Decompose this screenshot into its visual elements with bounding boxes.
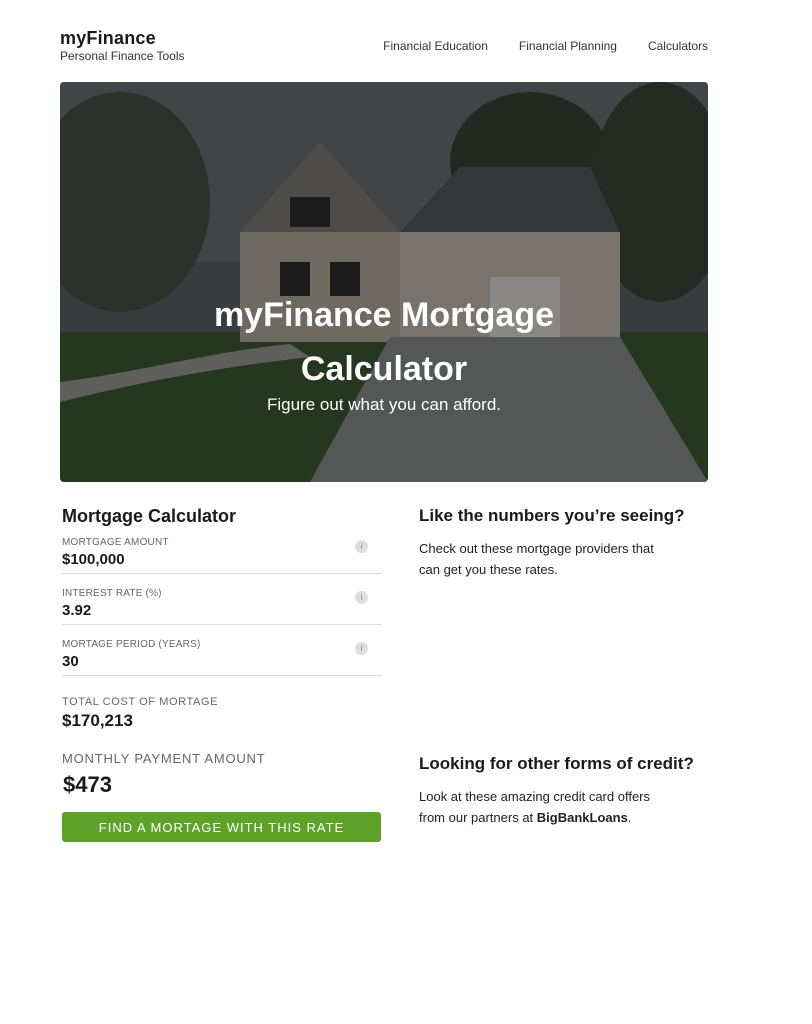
mortgage-amount-input[interactable]: $100,000 bbox=[62, 551, 382, 568]
hero-title: myFinance Mortgage Calculator bbox=[60, 288, 708, 396]
hero-title-text: myFinance Mortgage Calculator bbox=[213, 296, 555, 388]
find-mortgage-button[interactable]: Find a Mortage With This Rate bbox=[62, 812, 381, 842]
mortgage-period-label: Mortage Period (Years) bbox=[62, 639, 201, 650]
mortgage-amount-field[interactable]: Mortgage Amount $100,000 i bbox=[62, 537, 382, 574]
hero-overlay bbox=[60, 82, 708, 482]
info-icon[interactable]: i bbox=[355, 591, 368, 604]
credit-text-suffix: . bbox=[627, 810, 632, 825]
mortgage-period-field[interactable]: Mortage Period (Years) 30 i bbox=[62, 639, 382, 676]
providers-section: Like the numbers you’re seeing? Check ou… bbox=[419, 506, 719, 580]
interest-rate-label: Interest Rate (%) bbox=[62, 588, 162, 599]
mortgage-amount-label: Mortgage Amount bbox=[62, 537, 169, 548]
nav-financial-education[interactable]: Financial Education bbox=[383, 39, 488, 53]
mortgage-period-input[interactable]: 30 bbox=[62, 653, 382, 670]
monthly-payment-value: $473 bbox=[63, 772, 112, 797]
credit-heading: Looking for other forms of credit? bbox=[419, 754, 694, 773]
hero-banner: myFinance Mortgage Calculator Figure out… bbox=[60, 82, 708, 482]
interest-rate-input[interactable]: 3.92 bbox=[62, 602, 382, 619]
top-nav: Financial Education Financial Planning C… bbox=[383, 39, 708, 53]
info-icon[interactable]: i bbox=[355, 540, 368, 553]
credit-text: Look at these amazing credit card offers… bbox=[419, 786, 669, 828]
calculator-title: Mortgage Calculator bbox=[62, 506, 237, 526]
brand-name: myFinance bbox=[60, 28, 156, 48]
providers-text: Check out these mortgage providers that … bbox=[419, 541, 654, 577]
brand-tagline: Personal Finance Tools bbox=[60, 49, 185, 63]
total-cost-value: $170,213 bbox=[62, 711, 133, 730]
interest-rate-field[interactable]: Interest Rate (%) 3.92 i bbox=[62, 588, 382, 625]
mortgage-calculator: Mortgage Calculator Mortgage Amount $100… bbox=[62, 506, 382, 842]
total-cost-label: Total Cost of Mortage bbox=[62, 696, 219, 708]
info-icon[interactable]: i bbox=[355, 642, 368, 655]
nav-financial-planning[interactable]: Financial Planning bbox=[519, 39, 617, 53]
providers-heading: Like the numbers you’re seeing? bbox=[419, 506, 685, 525]
monthly-payment-label: Monthly Payment Amount bbox=[62, 751, 266, 766]
nav-calculators[interactable]: Calculators bbox=[648, 39, 708, 53]
brand[interactable]: myFinance Personal Finance Tools bbox=[60, 28, 185, 63]
credit-section: Looking for other forms of credit? Look … bbox=[419, 754, 719, 828]
hero-subtitle: Figure out what you can afford. bbox=[266, 395, 502, 414]
partner-link[interactable]: BigBankLoans bbox=[537, 810, 628, 825]
